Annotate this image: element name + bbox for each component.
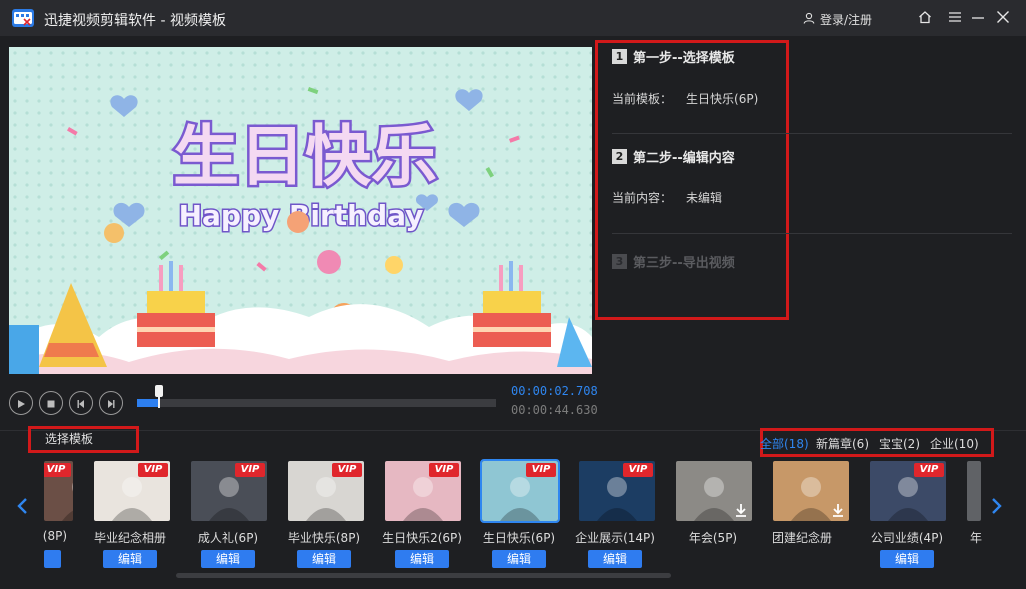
user-icon — [803, 12, 815, 27]
stop-icon — [46, 394, 56, 413]
timeline-progress — [137, 399, 160, 407]
step-divider — [612, 133, 1012, 134]
title-bar: 迅捷视频剪辑软件 - 视频模板 登录/注册 — [0, 0, 1026, 36]
edit-template-button[interactable]: 编辑 — [297, 550, 351, 568]
preview-title-text: 生日快乐 — [173, 118, 437, 195]
step1-heading: 1 第一步--选择模板 — [612, 47, 735, 66]
template-label: 生日快乐2(6P) — [382, 531, 462, 545]
vip-badge: VIP — [429, 463, 459, 477]
template-label: 毕业纪念相册 — [93, 531, 166, 545]
step3-number: 3 — [612, 254, 627, 269]
select-template-label: 选择模板 — [28, 426, 139, 453]
template-thumbnail[interactable] — [773, 461, 849, 521]
scroll-right-button[interactable] — [991, 496, 1003, 521]
template-thumbnail[interactable]: VIP — [191, 461, 267, 521]
template-thumbnail[interactable]: VIP — [480, 459, 560, 523]
vip-badge: VIP — [623, 463, 653, 477]
chevron-right-icon — [991, 496, 1003, 521]
app-window: 迅捷视频剪辑软件 - 视频模板 登录/注册 生日快乐 Happy Birthda… — [0, 0, 1026, 589]
steps-panel-highlight — [595, 40, 789, 320]
window-title: 迅捷视频剪辑软件 - 视频模板 — [44, 13, 226, 29]
template-label: (8P) — [42, 529, 67, 543]
template-label: 年会(5P) — [688, 531, 738, 545]
download-icon[interactable] — [733, 502, 749, 518]
step1-title: 第一步--选择模板 — [633, 51, 735, 66]
step2-heading: 2 第二步--编辑内容 — [612, 147, 735, 166]
template-thumbnail[interactable] — [967, 461, 981, 521]
step3-heading: 3 第三步--导出视频 — [612, 252, 735, 271]
step2-info-label: 当前内容： — [612, 191, 673, 205]
stop-button[interactable] — [39, 391, 63, 415]
vip-badge: VIP — [44, 463, 71, 477]
template-label: 生日快乐(6P) — [482, 531, 556, 545]
vip-badge: VIP — [526, 463, 556, 477]
step2-number: 2 — [612, 149, 627, 164]
step-divider — [612, 233, 1012, 234]
step1-info-label: 当前模板： — [612, 92, 673, 106]
horizontal-scrollbar[interactable] — [176, 573, 671, 578]
vip-badge: VIP — [235, 463, 265, 477]
prev-frame-button[interactable] — [69, 391, 93, 415]
play-button[interactable] — [9, 391, 33, 415]
timeline-track[interactable] — [137, 399, 496, 407]
filter-enterprise[interactable]: 企业(10) — [930, 435, 979, 452]
scroll-left-button[interactable] — [16, 496, 28, 521]
step1-info-value: 生日快乐(6P) — [686, 92, 759, 106]
login-button[interactable]: 登录/注册 — [803, 11, 872, 28]
vip-badge: VIP — [138, 463, 168, 477]
template-thumbnail[interactable]: VIP — [44, 461, 73, 521]
vip-badge: VIP — [332, 463, 362, 477]
template-label: 公司业绩(4P) — [870, 531, 944, 545]
template-thumbnail[interactable] — [676, 461, 752, 521]
edit-template-button[interactable]: 编辑 — [201, 550, 255, 568]
step1-number: 1 — [612, 49, 627, 64]
close-button[interactable] — [993, 8, 1013, 28]
template-thumbnail[interactable]: VIP — [385, 461, 461, 521]
home-icon — [918, 9, 932, 28]
edit-template-button[interactable]: 编辑 — [880, 550, 934, 568]
total-time: 00:00:44.630 — [511, 403, 598, 417]
step3-title: 第三步--导出视频 — [633, 256, 735, 271]
step1-info: 当前模板： 生日快乐(6P) — [612, 90, 758, 107]
step-back-icon — [76, 394, 86, 413]
edit-template-button[interactable]: 编辑 — [103, 550, 157, 568]
vip-badge: VIP — [914, 463, 944, 477]
filter-new-chapter[interactable]: 新篇章(6) — [816, 435, 869, 452]
home-button[interactable] — [915, 8, 935, 28]
step2-info-value: 未编辑 — [686, 191, 723, 205]
close-icon — [996, 9, 1010, 28]
template-label: 成人礼(6P) — [197, 531, 259, 545]
template-label: 团建纪念册 — [771, 531, 832, 545]
next-frame-button[interactable] — [99, 391, 123, 415]
template-label: 毕业快乐(8P) — [287, 531, 361, 545]
video-preview[interactable]: 生日快乐 Happy Birthday — [9, 47, 592, 374]
app-logo-icon — [12, 9, 34, 27]
step2-info: 当前内容： 未编辑 — [612, 189, 722, 206]
step2-title: 第二步--编辑内容 — [633, 151, 735, 166]
edit-template-button[interactable]: 编辑 — [588, 550, 642, 568]
template-thumbnail[interactable]: VIP — [288, 461, 364, 521]
edit-template-button[interactable] — [44, 550, 61, 568]
menu-button[interactable] — [945, 8, 965, 28]
template-label: 企业展示(14P) — [575, 531, 655, 545]
filter-baby[interactable]: 宝宝(2) — [879, 435, 920, 452]
step-forward-icon — [106, 394, 116, 413]
template-thumbnail[interactable]: VIP — [94, 461, 170, 521]
chevron-left-icon — [16, 496, 28, 521]
current-time: 00:00:02.708 — [511, 384, 598, 398]
minimize-icon — [971, 9, 985, 28]
menu-icon — [948, 9, 962, 28]
template-thumbnail[interactable]: VIP — [579, 461, 655, 521]
template-thumbnail[interactable]: VIP — [870, 461, 946, 521]
edit-template-button[interactable]: 编辑 — [492, 550, 546, 568]
template-label: 年 — [970, 531, 983, 545]
download-icon[interactable] — [830, 502, 846, 518]
login-label: 登录/注册 — [820, 13, 873, 27]
edit-template-button[interactable]: 编辑 — [395, 550, 449, 568]
filter-all[interactable]: 全部(18) — [760, 435, 809, 452]
play-icon — [16, 394, 26, 413]
timeline-handle-stem — [158, 396, 160, 408]
minimize-button[interactable] — [968, 8, 988, 28]
